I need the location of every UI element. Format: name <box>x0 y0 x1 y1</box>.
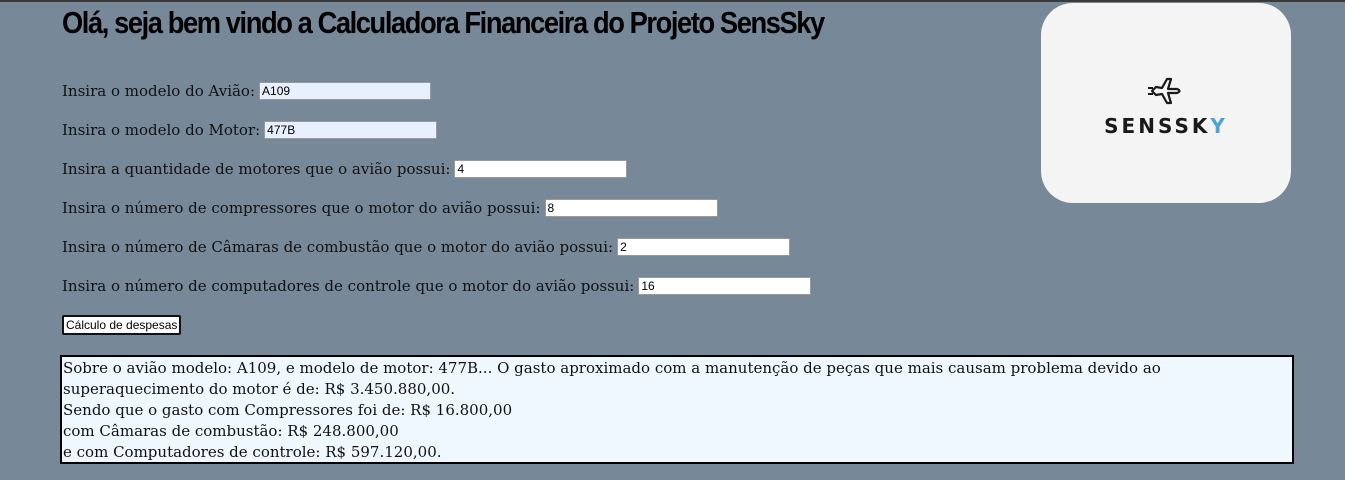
compressor-count-input[interactable] <box>544 199 718 217</box>
engine-count-label: Insira a quantidade de motores que o avi… <box>62 160 451 178</box>
result-line: e com Computadores de controle: R$ 597.1… <box>63 443 442 461</box>
result-line: superaquecimento do motor é de: R$ 3.450… <box>63 380 456 398</box>
result-line: Sobre o avião modelo: A109, e modelo de … <box>63 359 1161 377</box>
combustion-chamber-count-input[interactable] <box>617 238 791 256</box>
aircraft-model-input[interactable] <box>259 82 432 100</box>
engine-model-label: Insira o modelo do Motor: <box>62 121 261 139</box>
page-title: Olá, seja bem vindo a Calculadora Financ… <box>62 5 825 40</box>
field-row-compressor-count: Insira o número de compressores que o mo… <box>62 197 718 219</box>
calculate-expenses-button[interactable]: Cálculo de despesas <box>62 315 182 335</box>
engine-model-input[interactable] <box>264 121 438 139</box>
logo-text-accent: Y <box>1210 114 1228 138</box>
engine-count-input[interactable] <box>454 160 628 178</box>
field-row-combustion-chamber-count: Insira o número de Câmaras de combustão … <box>62 236 791 258</box>
field-row-aircraft-model: Insira o modelo do Avião: <box>62 80 432 102</box>
logo-text-main: SENSSK <box>1104 114 1211 138</box>
field-row-engine-count: Insira a quantidade de motores que o avi… <box>62 158 628 180</box>
logo-wordmark: SENSSKY <box>1041 114 1291 138</box>
combustion-chamber-count-label: Insira o número de Câmaras de combustão … <box>62 238 614 256</box>
result-line: com Câmaras de combustão: R$ 248.800,00 <box>63 422 399 440</box>
sensky-logo: SENSSKY <box>1041 3 1291 203</box>
result-line: Sendo que o gasto com Compressores foi d… <box>63 401 513 419</box>
compressor-count-label: Insira o número de compressores que o mo… <box>62 199 541 217</box>
field-row-engine-model: Insira o modelo do Motor: <box>62 119 438 141</box>
jet-plane-icon <box>1148 77 1181 105</box>
control-computer-count-label: Insira o número de computadores de contr… <box>62 277 635 295</box>
control-computer-count-input[interactable] <box>638 277 812 295</box>
field-row-control-computer-count: Insira o número de computadores de contr… <box>62 275 812 297</box>
result-panel: Sobre o avião modelo: A109, e modelo de … <box>60 355 1294 464</box>
aircraft-model-label: Insira o modelo do Avião: <box>62 82 256 100</box>
